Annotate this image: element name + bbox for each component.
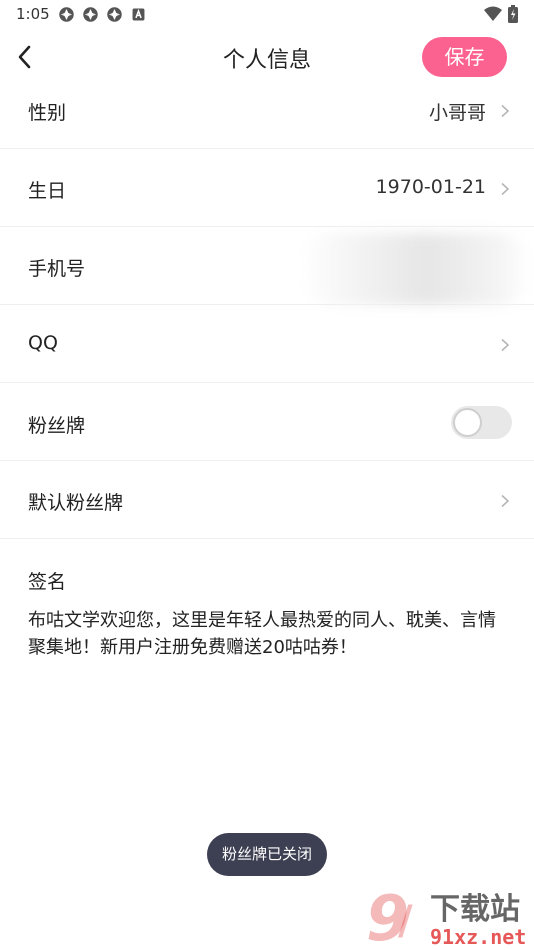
fan-badge-row: 粉丝牌 <box>0 383 534 461</box>
gender-value: 小哥哥 <box>428 102 486 124</box>
chevron-right-icon <box>501 104 510 118</box>
chevron-right-icon <box>501 338 510 352</box>
fan-badge-toggle[interactable] <box>451 406 512 439</box>
birthday-row[interactable]: 生日 1970-01-21 <box>0 149 534 227</box>
gender-label: 性别 <box>28 102 67 124</box>
toast-message: 粉丝牌已关闭 <box>207 833 327 876</box>
svg-text:91xz.net: 91xz.net <box>430 925 526 949</box>
qq-row[interactable]: QQ <box>0 305 534 383</box>
gender-row[interactable]: 性别 小哥哥 <box>0 72 534 149</box>
svg-text:/: / <box>398 898 413 944</box>
status-notification-icons <box>58 6 147 23</box>
save-button[interactable]: 保存 <box>422 37 507 77</box>
watermark-logo: 9 / 下载站 91xz.net <box>366 884 526 950</box>
signature-text[interactable]: 布咕文学欢迎您，这里是年轻人最热爱的同人、耽美、言情聚集地！新用户注册免费赠送2… <box>28 607 498 661</box>
fan-badge-label: 粉丝牌 <box>28 415 86 437</box>
a-letter-icon <box>132 8 145 21</box>
default-fan-badge-row[interactable]: 默认粉丝牌 <box>0 461 534 539</box>
status-time: 1:05 <box>16 5 50 23</box>
status-system-icons <box>484 5 518 23</box>
chevron-right-icon <box>501 494 510 508</box>
toggle-knob <box>453 408 482 437</box>
signature-label: 签名 <box>28 571 67 593</box>
birthday-value: 1970-01-21 <box>375 176 486 198</box>
birthday-label: 生日 <box>28 180 67 202</box>
phone-value-blurred <box>300 233 530 305</box>
svg-text:下载站: 下载站 <box>430 892 520 927</box>
app-notification-icon <box>83 7 98 22</box>
wifi-icon <box>484 6 502 21</box>
phone-row[interactable]: 手机号 <box>0 227 534 305</box>
chevron-right-icon <box>501 182 510 196</box>
qq-label: QQ <box>28 332 58 354</box>
app-notification-icon <box>59 7 74 22</box>
app-notification-icon <box>107 7 122 22</box>
battery-icon <box>508 5 518 23</box>
phone-label: 手机号 <box>28 258 86 280</box>
default-fan-badge-label: 默认粉丝牌 <box>28 492 124 514</box>
status-bar: 1:05 <box>0 0 534 28</box>
